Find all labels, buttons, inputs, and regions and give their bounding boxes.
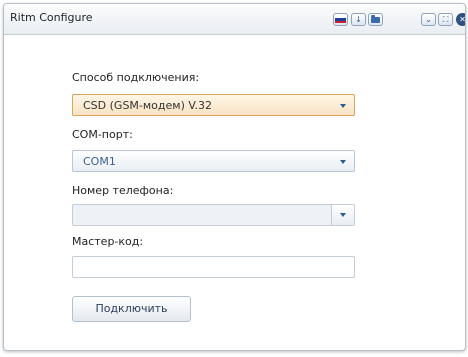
maximize-icon: ⛶ bbox=[442, 14, 449, 24]
connection-method-select[interactable]: CSD (GSM-модем) V.32 bbox=[72, 94, 355, 116]
connect-button[interactable]: Подключить bbox=[72, 296, 191, 322]
phone-number-combo[interactable] bbox=[72, 204, 355, 226]
com-port-select[interactable]: COM1 bbox=[72, 150, 355, 172]
chevron-down-icon bbox=[340, 213, 346, 217]
close-icon: ✕ bbox=[459, 15, 466, 24]
config-window: Ritm Configure ↓ ⌄ ⛶ ✕ Способ подключени… bbox=[3, 3, 466, 351]
minimize-button[interactable]: ⌄ bbox=[421, 13, 436, 26]
com-port-label: COM-порт: bbox=[72, 128, 133, 141]
language-russian-button[interactable] bbox=[333, 13, 348, 26]
phone-number-dropdown-trigger[interactable] bbox=[331, 205, 354, 225]
phone-number-label: Номер телефона: bbox=[72, 184, 174, 197]
connection-method-label: Способ подключения: bbox=[72, 71, 200, 84]
chevron-down-icon bbox=[340, 160, 346, 164]
master-code-label: Мастер-код: bbox=[72, 235, 144, 248]
folder-icon bbox=[371, 15, 380, 23]
master-code-input[interactable] bbox=[72, 256, 355, 278]
russian-flag-icon bbox=[335, 16, 346, 23]
download-icon: ↓ bbox=[355, 14, 362, 24]
open-folder-button[interactable] bbox=[368, 13, 383, 26]
chevron-down-icon bbox=[340, 104, 346, 108]
close-button[interactable]: ✕ bbox=[456, 13, 466, 26]
title-bar: Ritm Configure ↓ ⌄ ⛶ ✕ bbox=[4, 4, 465, 35]
chevron-down-icon: ⌄ bbox=[425, 14, 432, 24]
window-title: Ritm Configure bbox=[10, 11, 93, 24]
connection-method-value: CSD (GSM-модем) V.32 bbox=[83, 99, 212, 112]
com-port-value: COM1 bbox=[83, 155, 116, 168]
download-button[interactable]: ↓ bbox=[351, 13, 366, 26]
maximize-button[interactable]: ⛶ bbox=[438, 13, 453, 26]
